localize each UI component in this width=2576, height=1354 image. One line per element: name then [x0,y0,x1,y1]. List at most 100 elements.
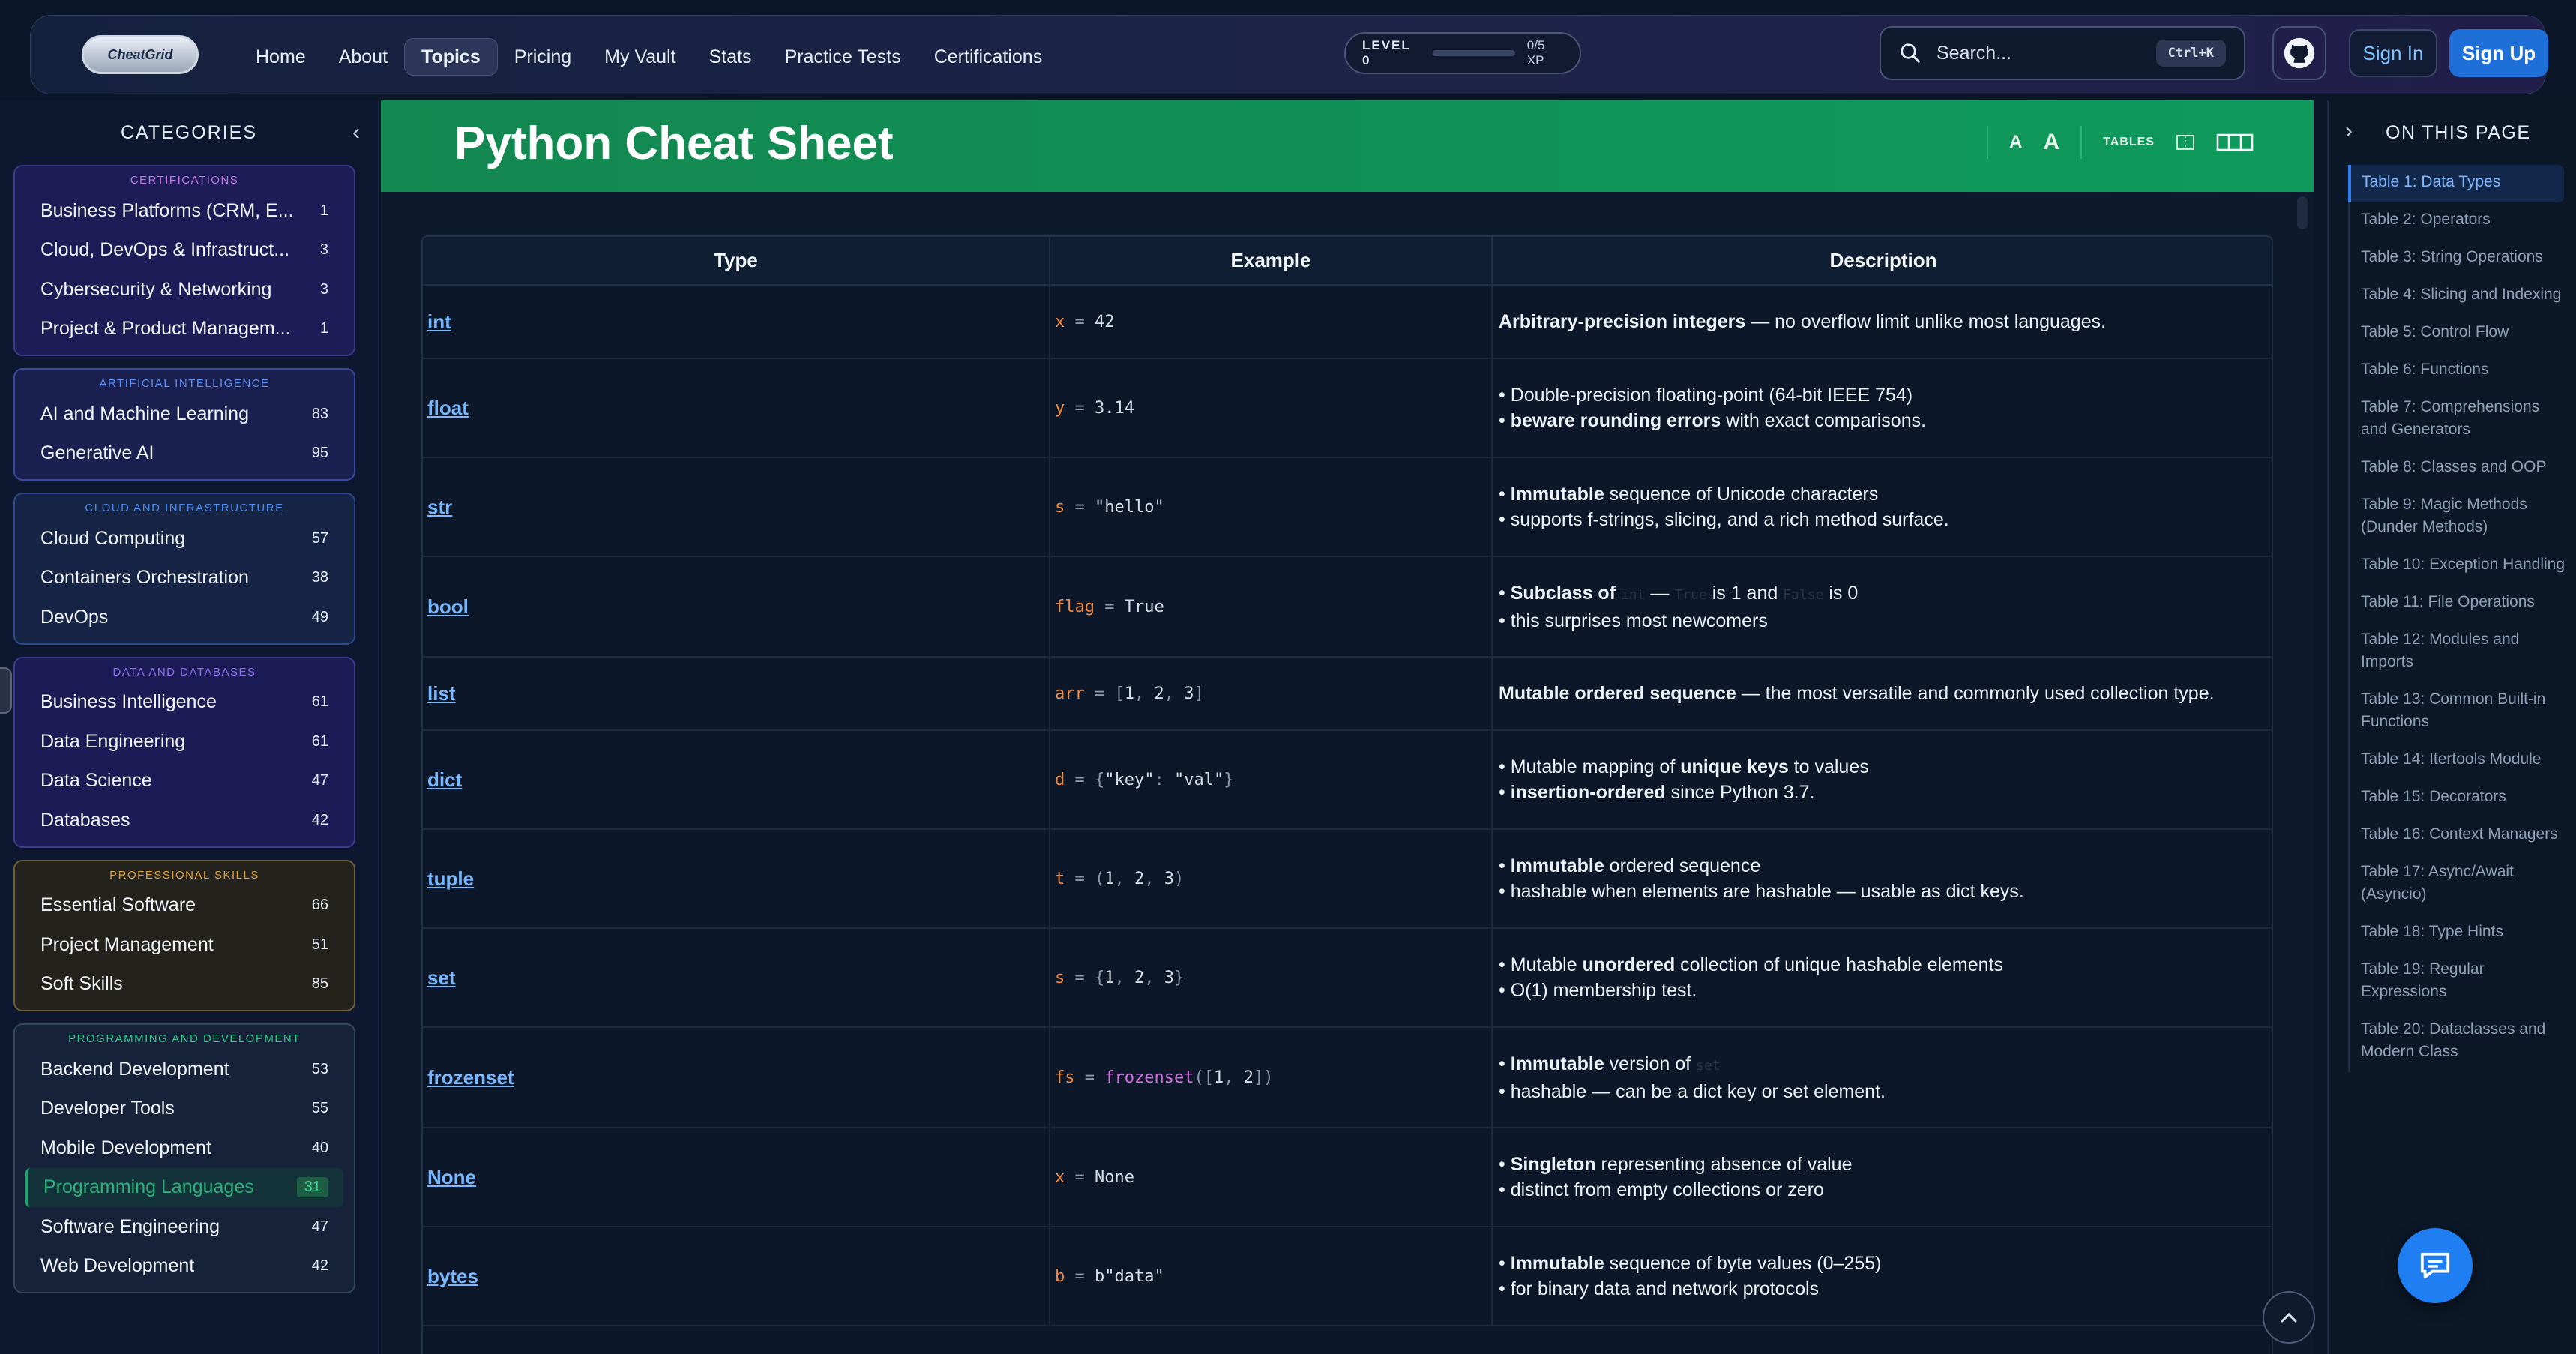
sidebar-item[interactable]: Programming Languages 31 [25,1167,343,1207]
nav-link-practice-tests[interactable]: Practice Tests [768,38,918,76]
toc-link[interactable]: Table 11: File Operations [2350,585,2576,622]
column-header-type[interactable]: Type [423,237,1050,286]
font-larger-button[interactable]: A [2044,130,2060,155]
toc-link[interactable]: Table 3: String Operations [2350,240,2576,277]
type-link[interactable]: frozenset [427,1066,514,1089]
github-button[interactable] [2272,26,2326,80]
sidebar-item-count: 95 [311,445,328,462]
sidebar-item[interactable]: Cloud Computing 57 [15,519,354,559]
type-link[interactable]: float [427,397,469,419]
description-cell: • Immutable sequence of Unicode characte… [1492,457,2272,557]
toc-link[interactable]: Table 8: Classes and OOP [2350,450,2576,487]
sidebar-item[interactable]: DevOps 49 [15,598,354,637]
sidebar-item-label: Programming Languages [43,1176,254,1198]
description-text: • [1499,1253,1511,1274]
sidebar-item[interactable]: Generative AI 95 [15,434,354,474]
data-types-table: Type Example Description int x = 42 Arbitr… [421,235,2273,1354]
chat-button[interactable] [2398,1228,2473,1303]
sign-in-button[interactable]: Sign In [2349,29,2437,77]
toc-link[interactable]: Table 13: Common Built-in Functions [2350,682,2576,742]
type-link[interactable]: str [427,496,452,518]
font-smaller-button[interactable]: A [2009,132,2022,153]
toc-link[interactable]: Table 10: Exception Handling [2350,547,2576,585]
level-progress[interactable]: LEVEL 0 0/5 XP [1344,32,1581,74]
scroll-to-top-button[interactable] [2263,1291,2315,1344]
sidebar-item[interactable]: Software Engineering 47 [15,1207,354,1247]
three-column-icon[interactable] [2216,133,2254,151]
nav-link-topics[interactable]: Topics [404,38,498,76]
single-column-icon[interactable] [2176,134,2195,151]
toc-link[interactable]: Table 19: Regular Expressions [2350,952,2576,1012]
type-link[interactable]: bool [427,595,469,618]
sidebar-item[interactable]: AI and Machine Learning 83 [15,394,354,434]
type-link[interactable]: dict [427,768,462,791]
nav-link-my-vault[interactable]: My Vault [588,38,692,76]
toc-link[interactable]: Table 5: Control Flow [2350,315,2576,352]
sidebar-item[interactable]: Cloud, DevOps & Infrastruct... 3 [15,231,354,271]
toc-link[interactable]: Table 16: Context Managers [2350,817,2576,855]
collapse-sidebar-icon[interactable]: ‹ [352,120,361,145]
column-header-example[interactable]: Example [1050,237,1493,286]
type-link[interactable]: bytes [427,1265,478,1287]
sidebar-item[interactable]: Soft Skills 85 [15,965,354,1005]
nav-link-stats[interactable]: Stats [693,38,768,76]
sidebar-item[interactable]: Data Science 47 [15,762,354,801]
type-link[interactable]: set [427,966,456,989]
code-token: , [1144,869,1164,888]
table-row: dict d = {"key": "val"} • Mutable mapping … [423,730,2272,830]
code-token: ] [1194,684,1204,703]
toc-link[interactable]: Table 9: Magic Methods (Dunder Methods) [2350,487,2576,547]
toc-link[interactable]: Table 2: Operators [2350,202,2576,240]
toc-link[interactable]: Table 18: Type Hints [2350,915,2576,952]
description-text: Mutable ordered sequence [1499,683,1736,704]
code-token: 3.14 [1095,398,1134,418]
toc-link[interactable]: Table 14: Itertools Module [2350,742,2576,780]
sidebar-item[interactable]: Containers Orchestration 38 [15,559,354,598]
example-cell: d = {"key": "val"} [1050,730,1493,830]
toc-link[interactable]: Table 20: Dataclasses and Modern Class [2350,1012,2576,1072]
toc-link[interactable]: Table 15: Decorators [2350,780,2576,817]
sidebar-resize-handle[interactable] [0,667,12,714]
expand-toc-icon[interactable]: › [2345,118,2354,144]
search-box[interactable]: Search... Ctrl+K [1880,26,2245,80]
content-scrollbar[interactable] [2297,196,2308,229]
type-link[interactable]: list [427,682,456,705]
nav-link-about[interactable]: About [322,38,404,76]
type-cell: bool [423,556,1050,658]
type-link[interactable]: int [427,310,451,333]
code-token: t [1055,869,1065,888]
sidebar-item[interactable]: Backend Development 53 [15,1050,354,1089]
sidebar-item[interactable]: Databases 42 [15,801,354,840]
toc-link[interactable]: Table 7: Comprehensions and Generators [2350,390,2576,450]
description-text: representing absence of value [1595,1154,1853,1175]
sidebar-item[interactable]: Data Engineering 61 [15,722,354,762]
sidebar-item[interactable]: Web Development 42 [15,1247,354,1287]
sidebar-item[interactable]: Project & Product Managem... 1 [15,310,354,349]
sidebar-item[interactable]: Essential Software 66 [15,886,354,926]
code-token: , [1164,684,1185,703]
site-logo[interactable]: CheatGrid [82,35,199,74]
type-link[interactable]: None [427,1166,476,1188]
toc-link[interactable]: Table 4: Slicing and Indexing [2350,277,2576,315]
sidebar-item[interactable]: Business Intelligence 61 [15,683,354,723]
nav-link-certifications[interactable]: Certifications [918,38,1059,76]
sidebar-item[interactable]: Cybersecurity & Networking 3 [15,270,354,310]
toc-link[interactable]: Table 17: Async/Await (Asyncio) [2350,855,2576,915]
sidebar-item[interactable]: Business Platforms (CRM, E... 1 [15,191,354,231]
toc-link[interactable]: Table 12: Modules and Imports [2350,622,2576,682]
description-cell: • Immutable ordered sequence • hashable w… [1492,829,2272,929]
code-token: 3 [1164,968,1174,987]
description-text: • [1499,582,1511,604]
toc-link[interactable]: Table 6: Functions [2350,352,2576,390]
sidebar-item[interactable]: Mobile Development 40 [15,1128,354,1168]
code-token: , [1224,1068,1244,1087]
sign-up-button[interactable]: Sign Up [2449,29,2548,77]
sidebar-item[interactable]: Developer Tools 55 [15,1089,354,1129]
column-header-description[interactable]: Description [1492,237,2272,286]
category-group: CLOUD AND INFRASTRUCTURE Cloud Computing 5… [13,493,355,645]
sidebar-item[interactable]: Project Management 51 [15,925,354,965]
nav-link-home[interactable]: Home [239,38,322,76]
type-link[interactable]: tuple [427,867,474,890]
nav-link-pricing[interactable]: Pricing [498,38,588,76]
toc-link[interactable]: Table 1: Data Types [2348,165,2564,202]
